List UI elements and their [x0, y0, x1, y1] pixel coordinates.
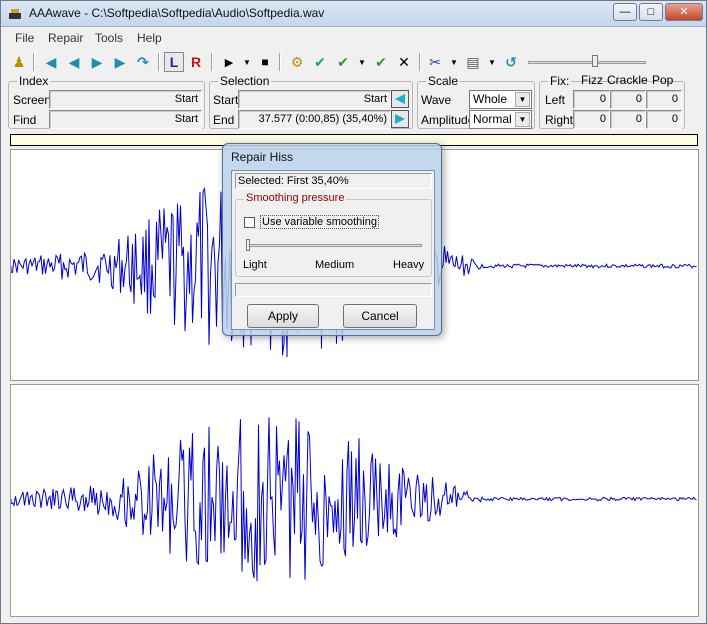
left-label: Left: [545, 93, 566, 107]
find-field[interactable]: Start: [49, 110, 202, 129]
dialog-body: Selected: First 35,40% Smoothing pressur…: [231, 170, 435, 330]
right-channel-waveform-graph: [10, 417, 697, 582]
window-title: AAAwave - C:\Softpedia\Softpedia\Audio\S…: [29, 6, 325, 20]
variable-smoothing-checkbox[interactable]: [244, 217, 255, 228]
arrow-left-icon: [395, 94, 405, 104]
minimize-button[interactable]: —: [613, 3, 637, 21]
close-icon[interactable]: ✕: [394, 52, 414, 72]
go-start-button[interactable]: [391, 90, 409, 108]
toolbar: ♟ ◀ ◀ ▶ ▶ ↷ L R ▶ ▼ ■ ⚙ ✔ ✔ ▼ ✔ ✕ ✂ ▼ ▤ …: [1, 49, 706, 75]
end-label: End: [213, 113, 235, 127]
smoothing-title: Smoothing pressure: [244, 192, 347, 204]
smoothing-slider-thumb[interactable]: [246, 239, 250, 251]
check-green-icon[interactable]: ✔: [371, 52, 391, 72]
volume-slider-thumb[interactable]: [592, 55, 598, 67]
skip-end-icon[interactable]: ▶: [110, 52, 130, 72]
chevron-down-icon[interactable]: ▼: [515, 112, 530, 127]
arrow-right-icon: [395, 114, 405, 124]
go-end-button[interactable]: [391, 110, 409, 128]
wave-label: Wave: [421, 93, 452, 107]
app-logo-icon: [9, 9, 21, 19]
progress-bar: [235, 283, 432, 297]
waveform-trace: [10, 417, 697, 582]
slider-medium-label: Medium: [315, 259, 355, 271]
screen-field[interactable]: Start: [49, 90, 202, 109]
cut-icon[interactable]: ✂: [425, 52, 445, 72]
index-title: Index: [17, 74, 51, 88]
left-fizz-field[interactable]: 0: [573, 90, 610, 109]
left-crackle-field[interactable]: 0: [610, 90, 646, 109]
dropdown-icon[interactable]: ▼: [237, 52, 257, 72]
menu-tools[interactable]: Tools: [95, 31, 123, 45]
check-blue-icon[interactable]: ✔: [310, 52, 330, 72]
volume-slider[interactable]: [528, 55, 646, 69]
scale-title: Scale: [426, 74, 461, 88]
menu-bar: File Repair Tools Help: [1, 28, 706, 48]
dropdown-icon[interactable]: ▼: [444, 52, 464, 72]
amplitude-select-value: Normal: [473, 112, 512, 126]
play-icon[interactable]: ▶: [219, 52, 239, 72]
wave-select[interactable]: Whole ▼: [469, 90, 532, 109]
step-forward-icon[interactable]: ▶: [87, 52, 107, 72]
pop-header: Pop: [652, 73, 674, 87]
repair-hiss-dialog: Repair Hiss Selected: First 35,40% Smoot…: [222, 143, 442, 336]
channel-right-button[interactable]: R: [186, 52, 206, 72]
step-back-icon[interactable]: ◀: [64, 52, 84, 72]
menu-repair[interactable]: Repair: [48, 31, 83, 45]
fizz-header: Fizz: [581, 73, 603, 87]
close-button[interactable]: ✕: [665, 3, 703, 21]
amplitude-label: Amplitude: [421, 113, 475, 127]
selection-end-field[interactable]: 37.577 (0:00,85) (35,40%): [238, 110, 391, 129]
smoothing-slider[interactable]: [246, 239, 422, 253]
variable-smoothing-label[interactable]: Use variable smoothing: [260, 215, 379, 229]
screen-label: Screen: [13, 93, 52, 107]
slider-light-label: Light: [243, 259, 267, 271]
selected-info-field: Selected: First 35,40%: [235, 173, 432, 189]
find-label: Find: [13, 113, 37, 127]
menu-file[interactable]: File: [15, 31, 34, 45]
loop-icon[interactable]: ↷: [133, 52, 153, 72]
selection-start-field[interactable]: Start: [238, 90, 391, 109]
crackle-header: Crackle: [607, 73, 648, 87]
wave-select-value: Whole: [473, 92, 508, 106]
right-channel-waveform[interactable]: [10, 384, 699, 617]
maximize-button[interactable]: □: [639, 3, 663, 21]
amplitude-select[interactable]: Normal ▼: [469, 110, 532, 129]
apply-button[interactable]: Apply: [247, 304, 319, 328]
title-bar[interactable]: AAAwave - C:\Softpedia\Softpedia\Audio\S…: [1, 1, 706, 27]
fix-title: Fix:: [548, 74, 572, 88]
dialog-title: Repair Hiss: [231, 150, 294, 164]
skip-start-icon[interactable]: ◀: [41, 52, 61, 72]
start-label: Start: [213, 93, 239, 107]
dropdown-icon[interactable]: ▼: [352, 52, 372, 72]
right-crackle-field[interactable]: 0: [610, 110, 646, 129]
select-icon[interactable]: ⚙: [287, 52, 307, 72]
person-icon[interactable]: ♟: [9, 52, 29, 72]
paste-icon[interactable]: ▤: [463, 52, 483, 72]
check-green-icon[interactable]: ✔: [333, 52, 353, 72]
menu-help[interactable]: Help: [137, 31, 162, 45]
right-label: Right: [545, 113, 574, 127]
right-fizz-field[interactable]: 0: [573, 110, 610, 129]
channel-left-button[interactable]: L: [164, 52, 184, 72]
slider-heavy-label: Heavy: [393, 259, 425, 271]
undo-icon[interactable]: ↺: [501, 52, 521, 72]
left-pop-field[interactable]: 0: [646, 90, 682, 109]
dropdown-icon[interactable]: ▼: [482, 52, 502, 72]
right-pop-field[interactable]: 0: [646, 110, 682, 129]
stop-icon[interactable]: ■: [255, 52, 275, 72]
chevron-down-icon[interactable]: ▼: [515, 92, 530, 107]
selection-title: Selection: [218, 74, 272, 88]
cancel-button[interactable]: Cancel: [343, 304, 417, 328]
